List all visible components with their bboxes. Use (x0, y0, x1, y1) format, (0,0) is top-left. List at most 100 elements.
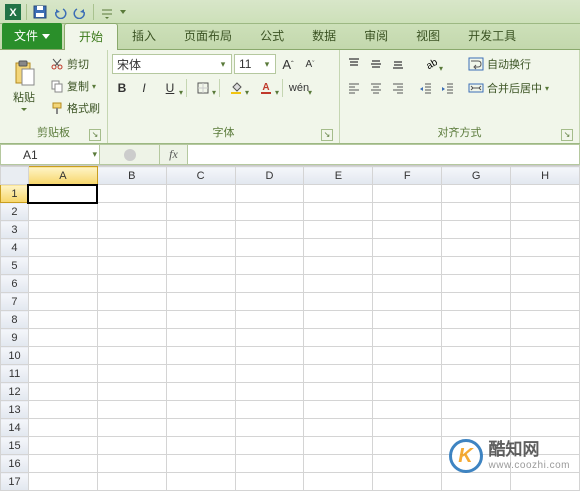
cell[interactable] (235, 239, 304, 257)
formula-input[interactable] (188, 144, 580, 165)
cell[interactable] (511, 473, 580, 491)
cell[interactable] (304, 293, 373, 311)
tab-formulas[interactable]: 公式 (246, 23, 298, 49)
column-header[interactable]: A (28, 167, 97, 185)
column-header[interactable]: B (97, 167, 166, 185)
borders-button[interactable] (189, 78, 217, 98)
row-header[interactable]: 3 (1, 221, 29, 239)
row-header[interactable]: 8 (1, 311, 29, 329)
row-header[interactable]: 5 (1, 257, 29, 275)
cell[interactable] (166, 275, 235, 293)
cell[interactable] (235, 419, 304, 437)
cell[interactable] (511, 293, 580, 311)
cell[interactable] (304, 221, 373, 239)
cell[interactable] (166, 365, 235, 383)
cell[interactable] (373, 239, 442, 257)
cell[interactable] (166, 185, 235, 203)
paste-button[interactable]: 粘贴 (4, 52, 44, 118)
phonetic-button[interactable]: wén (285, 78, 313, 98)
cell[interactable] (28, 293, 97, 311)
cell[interactable] (511, 383, 580, 401)
cell[interactable] (442, 239, 511, 257)
align-launcher-icon[interactable]: ↘ (561, 129, 573, 141)
italic-button[interactable]: I (134, 78, 154, 98)
cell[interactable] (442, 275, 511, 293)
cell[interactable] (97, 365, 166, 383)
cell[interactable] (166, 257, 235, 275)
column-header[interactable]: H (511, 167, 580, 185)
cell[interactable] (511, 275, 580, 293)
cell[interactable] (28, 473, 97, 491)
row-header[interactable]: 2 (1, 203, 29, 221)
cell[interactable] (97, 329, 166, 347)
column-header[interactable]: G (442, 167, 511, 185)
bold-button[interactable]: B (112, 78, 132, 98)
cell[interactable] (304, 473, 373, 491)
tab-home[interactable]: 开始 (64, 23, 118, 50)
cell[interactable] (235, 293, 304, 311)
cell[interactable] (511, 455, 580, 473)
row-header[interactable]: 17 (1, 473, 29, 491)
cell[interactable] (28, 329, 97, 347)
cell[interactable] (304, 311, 373, 329)
row-header[interactable]: 10 (1, 347, 29, 365)
cell[interactable] (235, 257, 304, 275)
cell[interactable] (373, 455, 442, 473)
cell[interactable] (235, 221, 304, 239)
cell[interactable] (166, 293, 235, 311)
cell[interactable] (97, 383, 166, 401)
fill-color-button[interactable] (222, 78, 250, 98)
align-top-button[interactable] (344, 54, 364, 74)
cell[interactable] (373, 185, 442, 203)
cell[interactable] (97, 401, 166, 419)
cell[interactable] (304, 185, 373, 203)
cell[interactable] (235, 473, 304, 491)
column-header[interactable]: C (166, 167, 235, 185)
cell[interactable] (166, 311, 235, 329)
cell[interactable] (304, 383, 373, 401)
cell[interactable] (166, 437, 235, 455)
name-box[interactable]: A1▾ (0, 144, 100, 165)
cell[interactable] (97, 239, 166, 257)
cell[interactable] (166, 383, 235, 401)
cell[interactable] (28, 221, 97, 239)
cell[interactable] (442, 203, 511, 221)
cell[interactable] (166, 221, 235, 239)
cell[interactable] (442, 185, 511, 203)
row-header[interactable]: 11 (1, 365, 29, 383)
row-header[interactable]: 4 (1, 239, 29, 257)
shrink-font-button[interactable]: Aˇ (300, 54, 320, 74)
cell[interactable] (442, 347, 511, 365)
font-name-combo[interactable]: 宋体▾ (112, 54, 232, 74)
cell[interactable] (28, 437, 97, 455)
clipboard-launcher-icon[interactable]: ↘ (89, 129, 101, 141)
cell[interactable] (235, 401, 304, 419)
cell[interactable] (235, 185, 304, 203)
underline-button[interactable]: U (156, 78, 184, 98)
cell[interactable] (235, 455, 304, 473)
cell[interactable] (373, 329, 442, 347)
cell[interactable] (304, 401, 373, 419)
cell[interactable] (28, 365, 97, 383)
cell[interactable] (373, 311, 442, 329)
row-header[interactable]: 7 (1, 293, 29, 311)
merge-center-button[interactable]: 合并后居中 ▾ (466, 78, 551, 98)
cell[interactable] (28, 401, 97, 419)
cell[interactable] (304, 329, 373, 347)
cell[interactable] (511, 419, 580, 437)
align-middle-button[interactable] (366, 54, 386, 74)
cell[interactable] (166, 203, 235, 221)
cell[interactable] (28, 203, 97, 221)
row-header[interactable]: 6 (1, 275, 29, 293)
cell[interactable] (442, 437, 511, 455)
tab-insert[interactable]: 插入 (118, 23, 170, 49)
orientation-button[interactable]: ab (416, 54, 444, 74)
cell[interactable] (442, 419, 511, 437)
cell[interactable] (235, 329, 304, 347)
cell[interactable] (97, 185, 166, 203)
wrap-text-button[interactable]: 自动换行 (466, 54, 551, 74)
cell[interactable] (442, 455, 511, 473)
column-header[interactable]: E (304, 167, 373, 185)
cell[interactable] (97, 419, 166, 437)
row-header[interactable]: 1 (1, 185, 29, 203)
